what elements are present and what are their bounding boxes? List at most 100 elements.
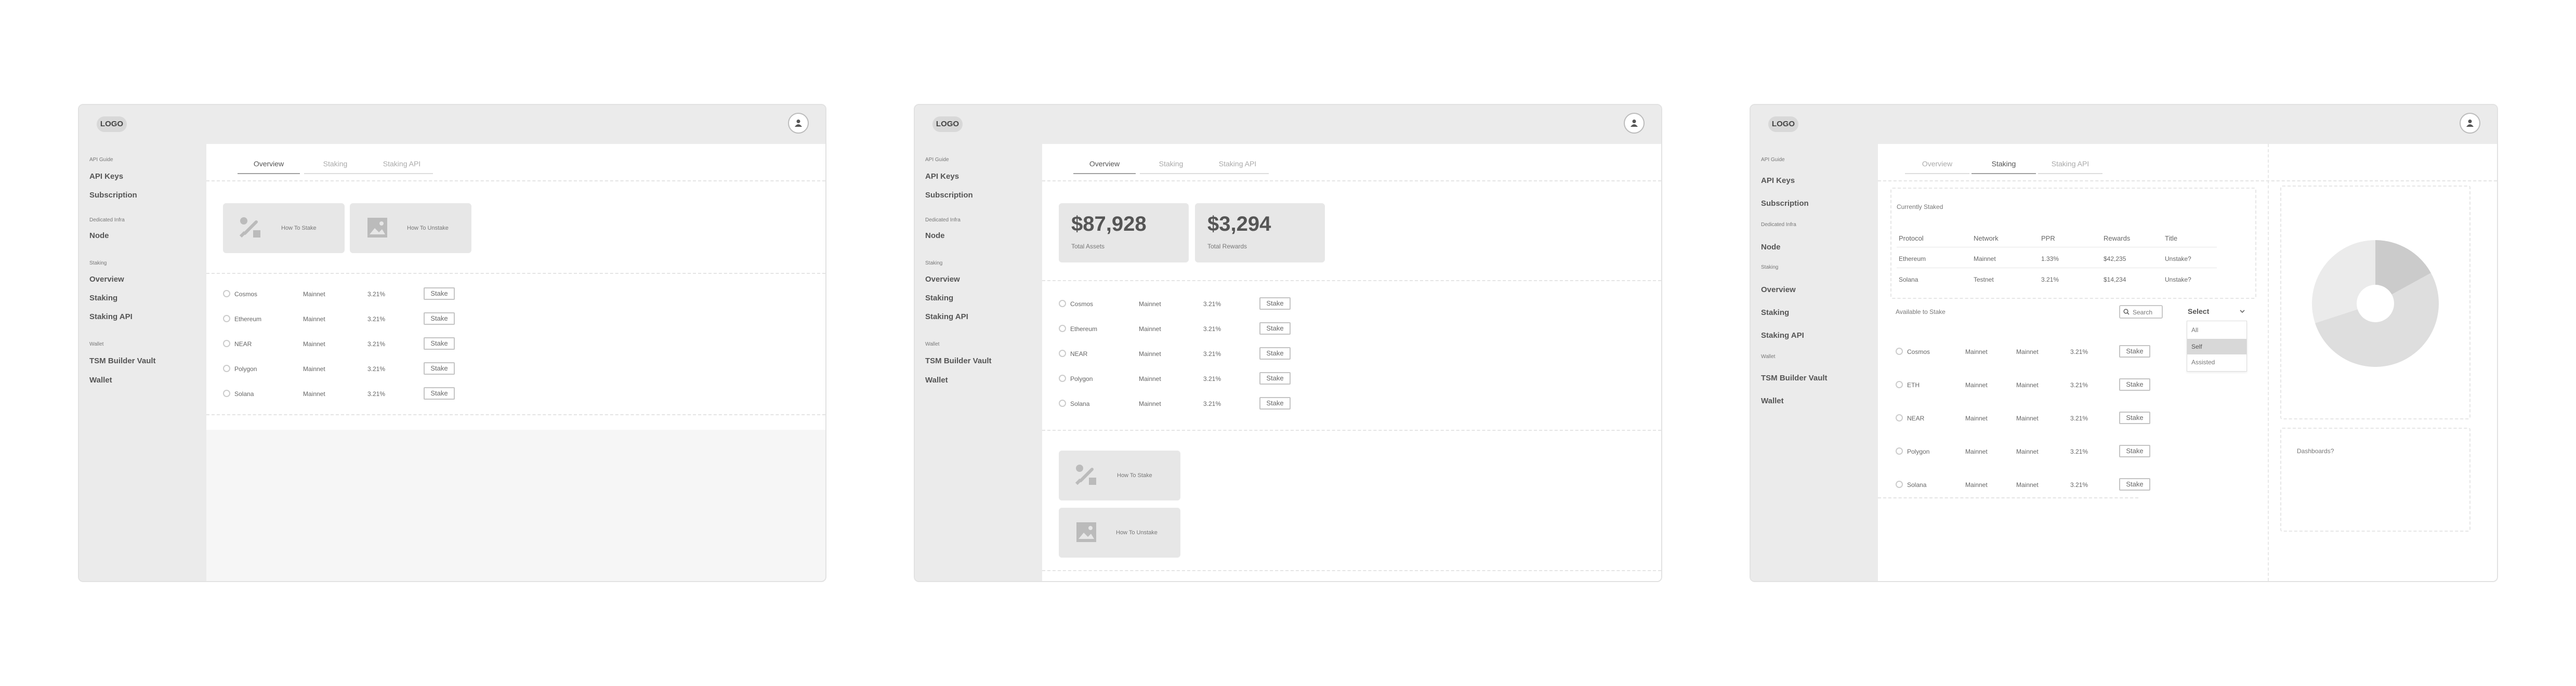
stake-button[interactable]: Stake [424,387,455,400]
stake-button[interactable]: Stake [1259,397,1291,410]
sidebar-item-tsm-builder-vault[interactable]: TSM Builder Vault [89,357,156,365]
stake-button[interactable]: Stake [2119,445,2150,457]
sidebar-item-tsm-builder-vault[interactable]: TSM Builder Vault [925,357,992,365]
logo[interactable]: LOGO [1768,116,1798,132]
sidebar-item-staking-api[interactable]: Staking API [89,312,133,321]
stake-button[interactable]: Stake [424,362,455,375]
dashboards-panel: Dashboards? [2280,428,2470,532]
sidebar-item-wallet[interactable]: Wallet [1761,397,1784,405]
tab-underline [304,173,433,174]
stake-button[interactable]: Stake [424,287,455,300]
tab-underline-active [1073,173,1136,174]
protocol-icon [223,315,230,322]
protocol-apr: 3.21% [367,365,386,373]
stake-button[interactable]: Stake [2119,378,2150,391]
chevron-down-icon[interactable] [2240,309,2245,313]
select-option-self[interactable]: Self [2187,339,2246,354]
protocol-apr: 3.21% [2070,415,2088,422]
how-to-stake-card[interactable]: How To Stake [223,203,345,253]
select-option-all[interactable]: All [2187,322,2246,338]
column-header-network: Network [1974,234,1999,242]
staked-ppr: 1.33% [2041,255,2059,262]
column-header-ppr: PPR [2041,234,2055,242]
tools-icon [239,217,260,238]
image-icon [367,218,387,238]
stake-button[interactable]: Stake [424,337,455,350]
user-icon [795,120,802,127]
sidebar-item-subscription[interactable]: Subscription [1761,199,1809,208]
sidebar: API Guide API Keys Subscription Dedicate… [79,144,206,581]
sidebar-item-staking[interactable]: Staking [89,294,117,302]
user-avatar[interactable] [1624,113,1645,134]
sidebar-item-node[interactable]: Node [89,231,109,240]
protocol-network: Mainnet [303,291,325,298]
top-bar: LOGO [1751,105,2497,144]
tab-staking[interactable]: Staking [1140,160,1202,168]
search-input[interactable]: Search [2119,305,2163,319]
total-rewards-label: Total Rewards [1207,243,1247,250]
divider [1878,497,2138,498]
protocol-icon [1896,481,1903,488]
tab-staking-api[interactable]: Staking API [1206,160,1269,168]
sidebar-item-staking[interactable]: Staking [925,294,953,302]
stake-button[interactable]: Stake [2119,478,2150,491]
logo[interactable]: LOGO [97,116,127,132]
tab-staking-api[interactable]: Staking API [371,160,433,168]
user-avatar[interactable] [2460,113,2480,134]
tab-overview[interactable]: Overview [1905,160,1969,168]
logo[interactable]: LOGO [932,116,963,132]
stake-button[interactable]: Stake [1259,297,1291,310]
sidebar-item-staking-api[interactable]: Staking API [1761,331,1804,340]
divider [1042,430,1661,431]
stake-button[interactable]: Stake [1259,372,1291,385]
sidebar-item-subscription[interactable]: Subscription [925,191,973,200]
sidebar: API Guide API Keys Subscription Dedicate… [1751,144,1878,581]
sidebar-item-node[interactable]: Node [1761,243,1781,252]
sidebar-item-node[interactable]: Node [925,231,945,240]
sidebar-header-dedicated-infra: Dedicated Infra [1761,222,1796,228]
tab-staking-api[interactable]: Staking API [2038,160,2102,168]
stake-button[interactable]: Stake [1259,347,1291,360]
tab-overview[interactable]: Overview [238,160,300,168]
how-to-stake-card[interactable]: How To Stake [1059,451,1180,500]
sidebar-item-wallet[interactable]: Wallet [925,376,948,385]
stake-button[interactable]: Stake [2119,345,2150,358]
tab-staking[interactable]: Staking [1972,160,2036,168]
how-to-stake-label: How To Stake [281,225,317,231]
tab-overview[interactable]: Overview [1073,160,1136,168]
select-dropdown-label[interactable]: Select [2188,307,2209,315]
divider [206,273,825,274]
user-avatar[interactable] [788,113,809,134]
how-to-unstake-card[interactable]: How To Unstake [1059,508,1180,558]
how-to-unstake-label: How To Unstake [1116,530,1158,536]
how-to-unstake-card[interactable]: How To Unstake [350,203,471,253]
unstake-link[interactable]: Unstake? [2165,276,2191,283]
sidebar-item-wallet[interactable]: Wallet [89,376,112,385]
sidebar-item-overview[interactable]: Overview [1761,285,1796,294]
pie-hole [2357,285,2394,322]
protocol-name: NEAR [1907,415,1925,422]
divider [1042,570,1661,571]
protocol-apr: 3.21% [2070,348,2088,355]
stake-button[interactable]: Stake [1259,322,1291,335]
unstake-link[interactable]: Unstake? [2165,255,2191,262]
stake-button[interactable]: Stake [424,312,455,325]
sidebar-item-api-keys[interactable]: API Keys [1761,176,1795,185]
sidebar-item-tsm-builder-vault[interactable]: TSM Builder Vault [1761,374,1828,382]
protocol-icon [1896,447,1903,455]
protocol-network-2: Mainnet [2016,481,2039,489]
sidebar-item-api-keys[interactable]: API Keys [89,172,123,181]
protocol-name: Cosmos [234,291,258,298]
divider [206,414,825,415]
sidebar-item-staking-api[interactable]: Staking API [925,312,968,321]
user-icon [1631,120,1638,127]
sidebar-item-api-keys[interactable]: API Keys [925,172,959,181]
tab-staking[interactable]: Staking [304,160,366,168]
sidebar-item-overview[interactable]: Overview [925,275,960,284]
sidebar-item-subscription[interactable]: Subscription [89,191,137,200]
protocol-icon [1896,414,1903,421]
select-option-assisted[interactable]: Assisted [2187,354,2246,370]
stake-button[interactable]: Stake [2119,412,2150,424]
sidebar-item-staking[interactable]: Staking [1761,308,1789,317]
sidebar-item-overview[interactable]: Overview [89,275,124,284]
